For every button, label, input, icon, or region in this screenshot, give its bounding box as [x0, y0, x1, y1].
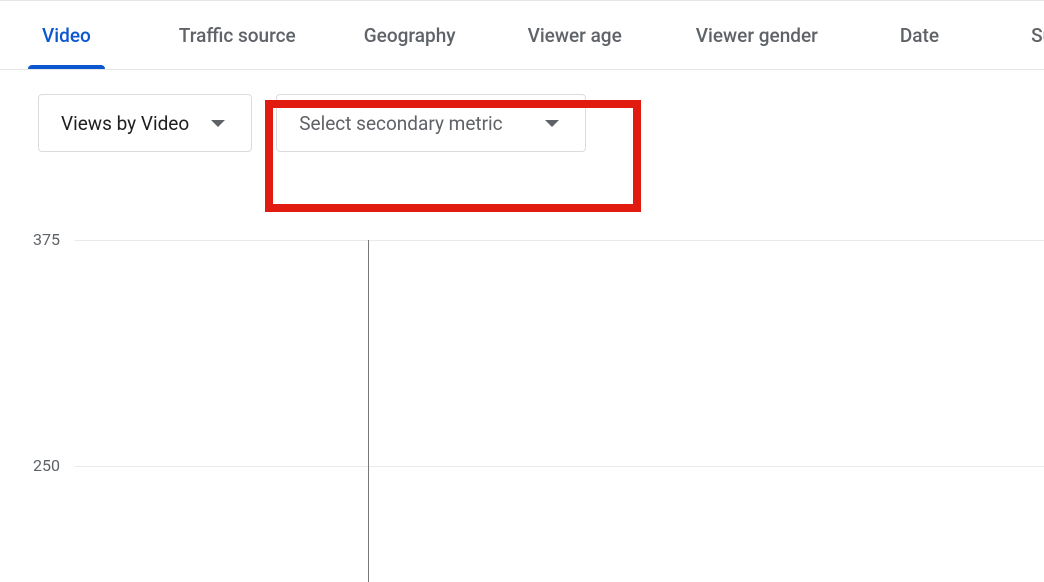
chart-hover-line — [368, 240, 369, 582]
y-axis-tick: 375 — [0, 230, 60, 249]
tab-viewer-gender[interactable]: Viewer gender — [690, 4, 824, 67]
tab-date[interactable]: Date — [894, 4, 945, 67]
y-axis-tick: 250 — [0, 456, 60, 475]
chevron-down-icon — [211, 120, 225, 127]
primary-metric-dropdown[interactable]: Views by Video — [38, 94, 252, 152]
tab-video[interactable]: Video — [36, 4, 97, 67]
secondary-metric-dropdown[interactable]: Select secondary metric — [276, 94, 586, 152]
metric-controls: Views by Video Select secondary metric — [0, 70, 1044, 176]
dimension-tab-bar: Video Traffic source Geography Viewer ag… — [0, 0, 1044, 70]
primary-metric-label: Views by Video — [61, 112, 189, 135]
chevron-down-icon — [545, 120, 559, 127]
gridline — [75, 240, 1044, 241]
gridline — [75, 466, 1044, 467]
tab-viewer-age[interactable]: Viewer age — [522, 4, 628, 67]
tab-subscription[interactable]: Subscr — [1025, 4, 1044, 67]
tab-geography[interactable]: Geography — [358, 4, 462, 67]
chart-area — [0, 176, 1044, 556]
secondary-metric-placeholder: Select secondary metric — [299, 112, 502, 135]
tab-traffic-source[interactable]: Traffic source — [173, 4, 302, 67]
